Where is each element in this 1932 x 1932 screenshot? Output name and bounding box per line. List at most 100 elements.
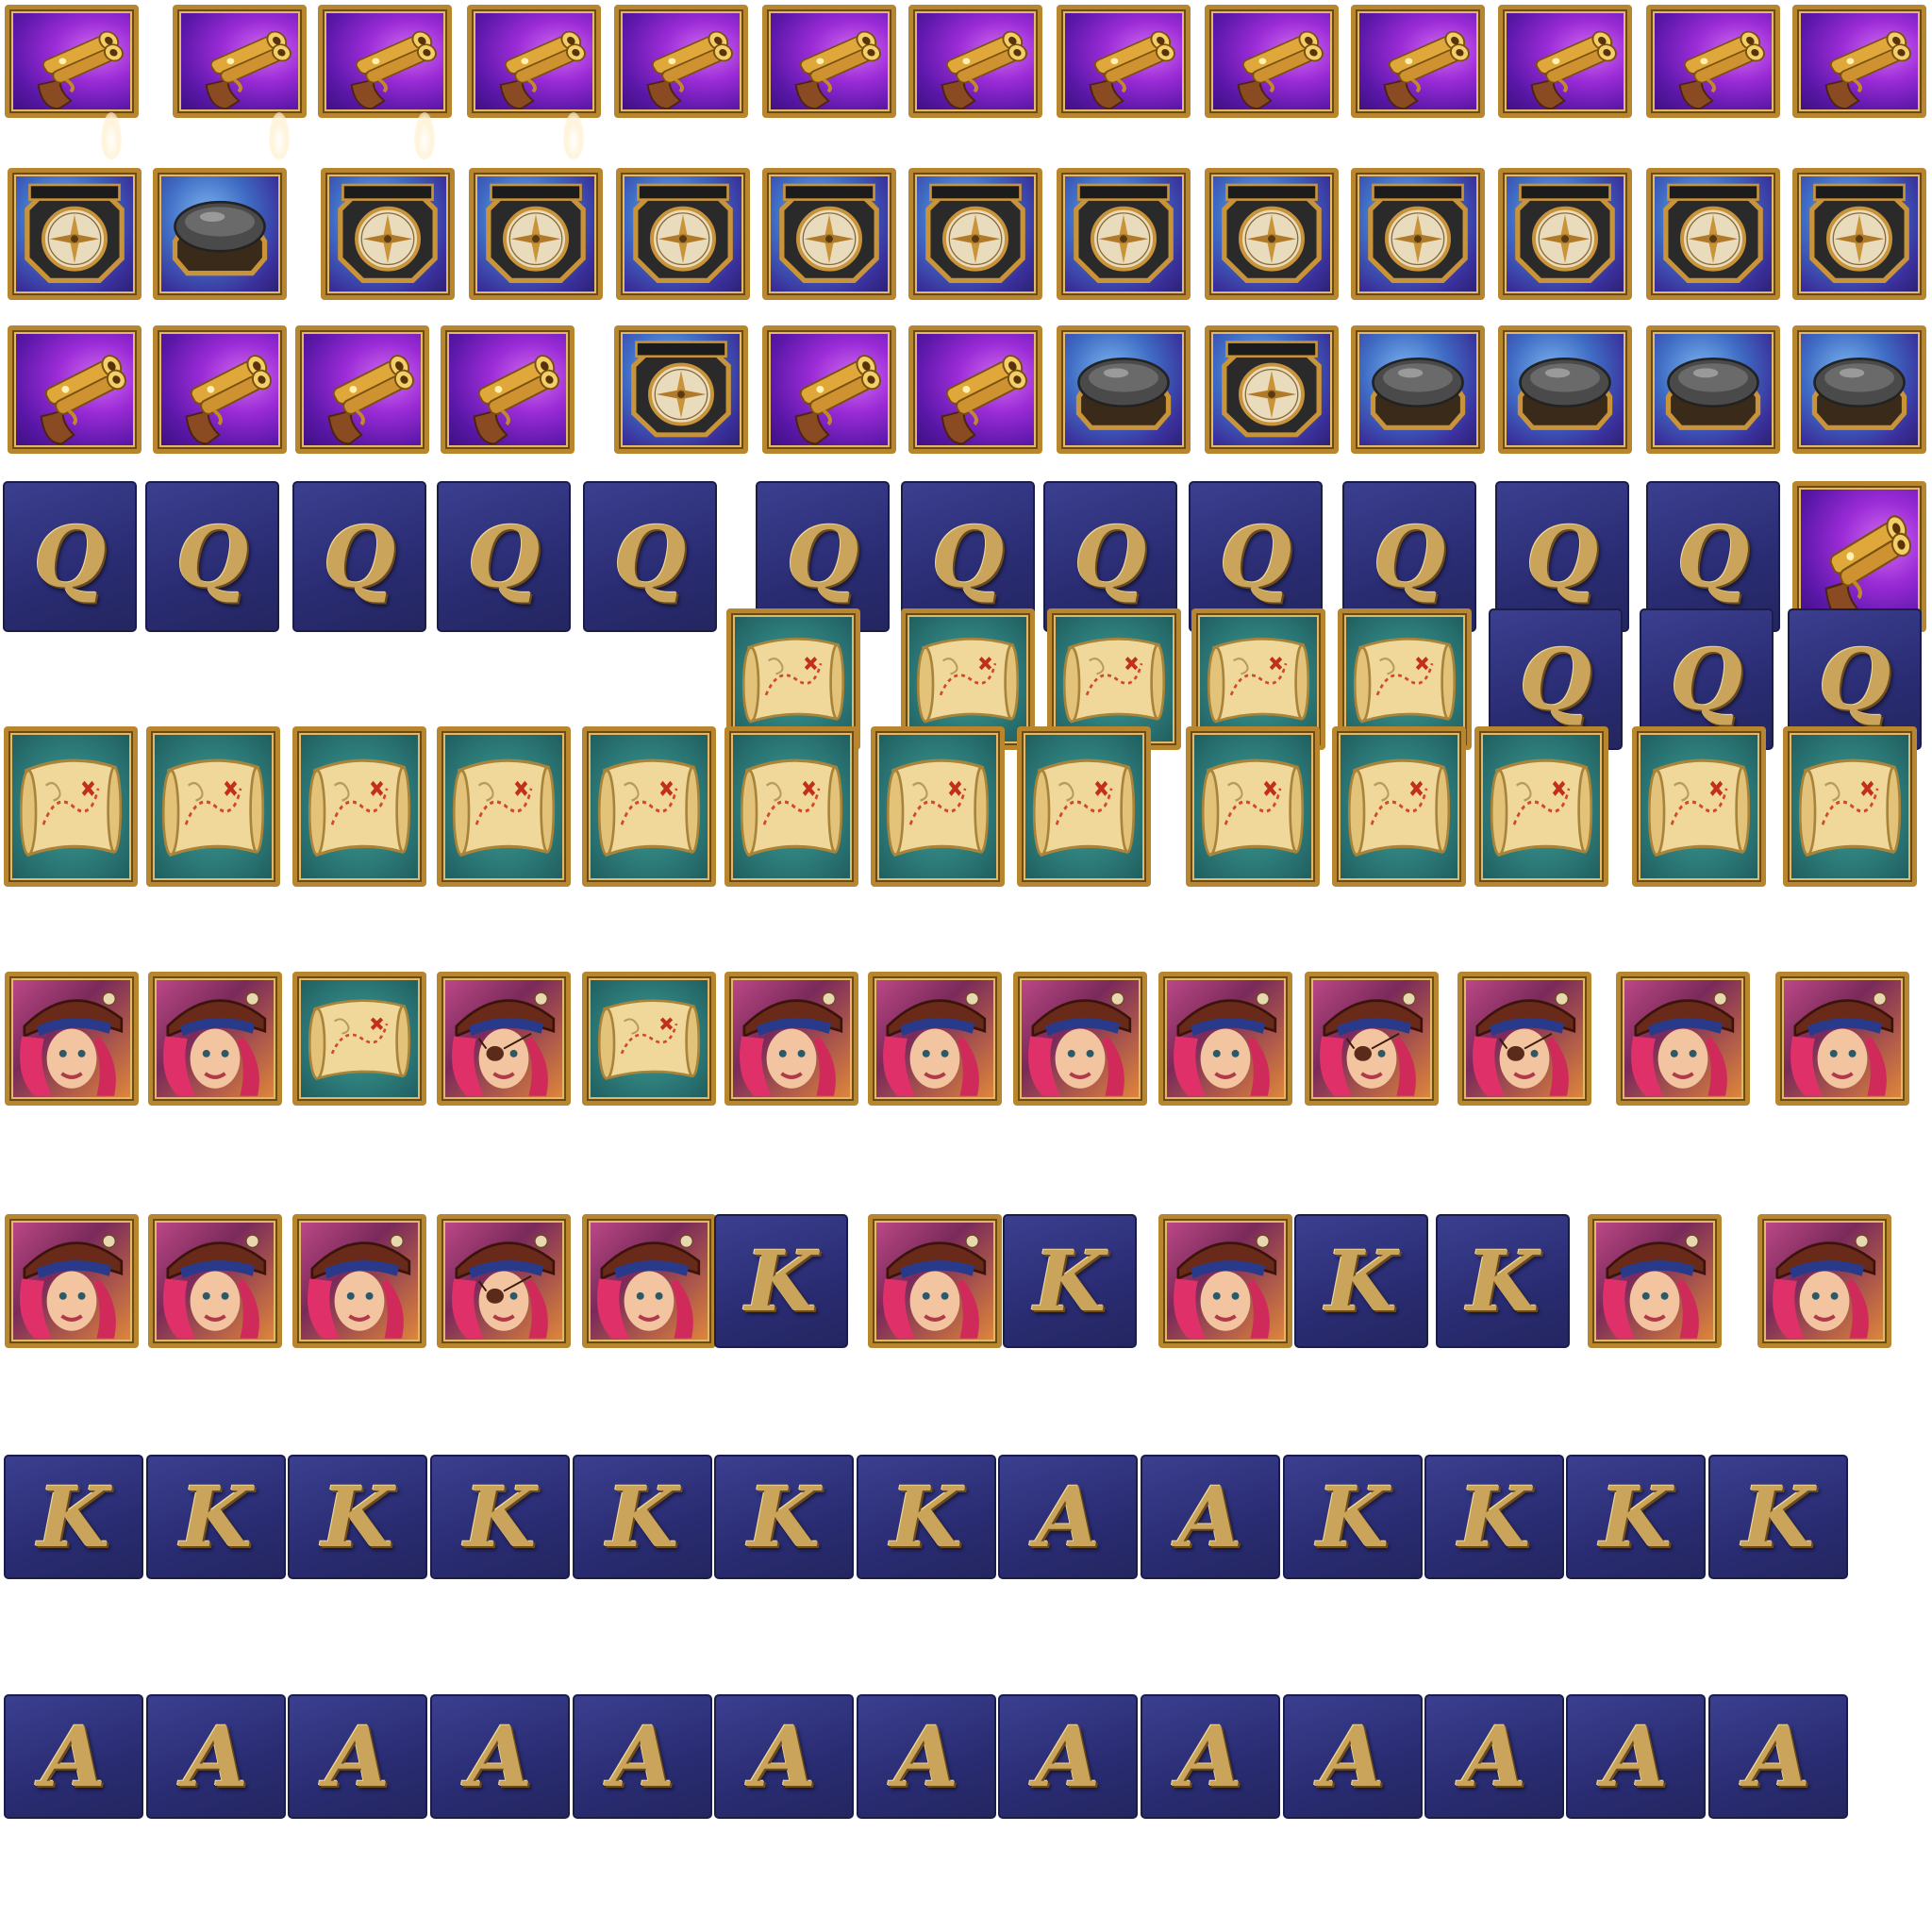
compass-icon [1061, 173, 1186, 295]
ace-symbol: A [714, 1694, 854, 1819]
pirate-symbol [1457, 972, 1591, 1106]
pistol-symbol [1792, 5, 1926, 118]
compass-icon [474, 173, 598, 295]
treasure-map-icon [297, 976, 422, 1101]
muzzle-smoke-icon [101, 112, 122, 159]
pistol-symbol [1205, 5, 1339, 118]
ace-glyph: A [1320, 1707, 1386, 1806]
treasure-map-icon [1637, 731, 1761, 882]
pirate-captain-icon [587, 1219, 711, 1343]
king-symbol: K [714, 1214, 848, 1348]
compass-icon [1503, 173, 1627, 295]
compass-icon [325, 173, 450, 295]
flintlock-pistol-icon [1356, 9, 1480, 113]
queen-symbol: Q [437, 481, 571, 632]
pirate-symbol [1013, 972, 1147, 1106]
compass-symbol [616, 168, 750, 300]
flintlock-pistol-icon [1061, 9, 1186, 113]
pistol-symbol [153, 325, 287, 454]
pirate-captain-icon [1592, 1219, 1717, 1343]
flintlock-pistol-icon [472, 9, 596, 113]
king-glyph: K [1466, 1232, 1540, 1330]
muzzle-smoke-icon [269, 112, 290, 159]
pirate-captain-icon [873, 1219, 997, 1343]
queen-glyph: Q [467, 508, 541, 606]
map-symbol [1783, 726, 1917, 887]
compass-symbol [8, 168, 142, 300]
map-symbol [146, 726, 280, 887]
pirate-symbol [1775, 972, 1909, 1106]
pistol-symbol [8, 325, 142, 454]
treasure-map-icon [1337, 731, 1461, 882]
compass-closing-symbol [1057, 325, 1191, 454]
flintlock-pistol-icon [177, 9, 302, 113]
compass-symbol [1057, 168, 1191, 300]
pirate-captain-icon [1462, 976, 1587, 1101]
pistol-symbol [295, 325, 429, 454]
king-glyph: K [1324, 1232, 1398, 1330]
king-symbol: K [857, 1455, 996, 1579]
map-symbol [1332, 726, 1466, 887]
pirate-captain-icon [441, 976, 566, 1101]
treasure-map-icon [731, 613, 856, 745]
flintlock-pistol-icon [619, 9, 743, 113]
king-glyph: K [1599, 1468, 1673, 1566]
pirate-captain-icon [9, 976, 134, 1101]
king-symbol: K [1708, 1455, 1848, 1579]
treasure-map-icon [1052, 613, 1176, 745]
map-symbol [1186, 726, 1320, 887]
ace-symbol: A [146, 1694, 286, 1819]
pirate-captain-icon [1163, 1219, 1288, 1343]
compass-symbol [614, 325, 748, 454]
ace-symbol: A [4, 1694, 143, 1819]
ace-symbol: A [1283, 1694, 1423, 1819]
treasure-map-icon [441, 731, 566, 882]
flintlock-pistol-icon [1209, 9, 1334, 113]
ace-glyph: A [1745, 1707, 1811, 1806]
pistol-symbol [1498, 5, 1632, 118]
compass-icon [767, 173, 891, 295]
king-glyph: K [179, 1468, 253, 1566]
king-glyph: K [744, 1232, 818, 1330]
pistol-symbol [1057, 5, 1191, 118]
pistol-firing-symbol [5, 5, 139, 118]
pirate-symbol [437, 1214, 571, 1348]
compass-icon [1797, 330, 1922, 449]
flintlock-pistol-icon [1503, 9, 1627, 113]
flintlock-pistol-icon [1651, 9, 1775, 113]
pirate-captain-icon [1309, 976, 1434, 1101]
pirate-symbol [1757, 1214, 1891, 1348]
pistol-symbol [1351, 5, 1485, 118]
map-symbol [292, 972, 426, 1106]
flintlock-pistol-icon [445, 330, 570, 449]
flintlock-pistol-icon [913, 9, 1038, 113]
king-symbol: K [430, 1455, 570, 1579]
compass-symbol [469, 168, 603, 300]
ace-glyph: A [893, 1707, 959, 1806]
compass-closed-symbol [1498, 325, 1632, 454]
treasure-map-icon [8, 731, 133, 882]
compass-icon [1797, 173, 1922, 295]
flintlock-pistol-icon [1797, 486, 1922, 627]
king-symbol: K [1294, 1214, 1428, 1348]
king-symbol: K [1566, 1455, 1706, 1579]
compass-icon [1651, 330, 1775, 449]
map-symbol [292, 726, 426, 887]
treasure-map-icon [1022, 731, 1146, 882]
treasure-map-icon [587, 731, 711, 882]
pistol-symbol [441, 325, 575, 454]
compass-symbol [1498, 168, 1632, 300]
map-symbol [871, 726, 1005, 887]
queen-symbol: Q [145, 481, 279, 632]
king-glyph: K [1316, 1468, 1390, 1566]
compass-icon [913, 173, 1038, 295]
treasure-map-icon [1788, 731, 1912, 882]
pistol-symbol [762, 325, 896, 454]
treasure-map-icon [729, 731, 854, 882]
king-glyph: K [1741, 1468, 1815, 1566]
ace-glyph: A [325, 1707, 391, 1806]
ace-symbol: A [1566, 1694, 1706, 1819]
king-glyph: K [606, 1468, 679, 1566]
ace-symbol: A [1141, 1694, 1280, 1819]
ace-glyph: A [1177, 1468, 1243, 1566]
